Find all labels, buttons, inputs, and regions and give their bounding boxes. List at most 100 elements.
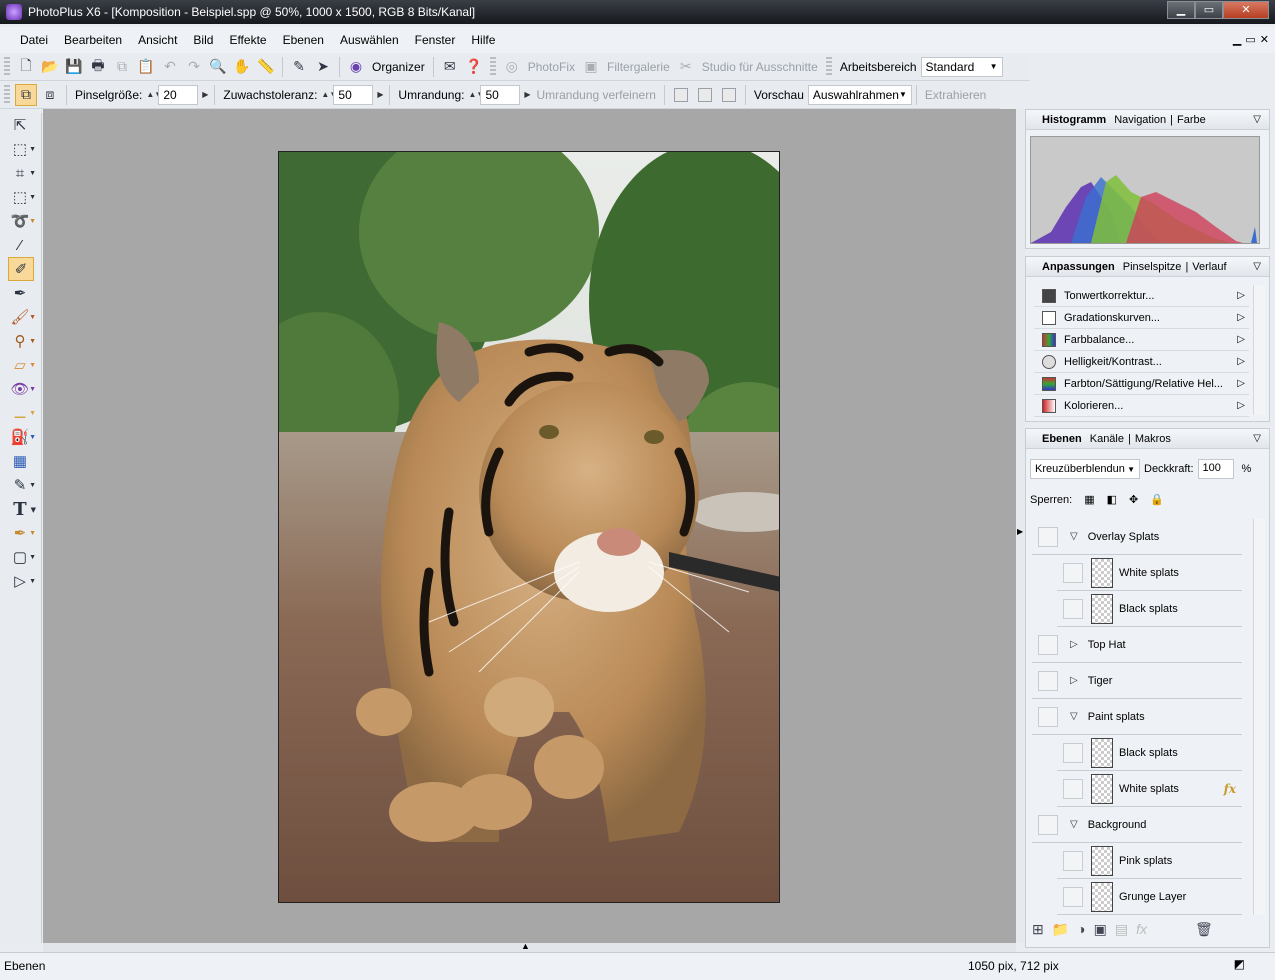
panel-menu-icon[interactable]: ▽	[1253, 433, 1261, 444]
layer-group-tiger[interactable]: ▷ Tiger	[1032, 663, 1242, 699]
adjustment-layer-icon[interactable]: ◑	[1077, 921, 1085, 937]
layer-white-splats[interactable]: White splats	[1057, 555, 1242, 591]
redo-icon[interactable]: ↷	[183, 56, 205, 78]
menu-datei[interactable]: Datei	[12, 27, 56, 53]
add-selection-mode-icon[interactable]: ⧈	[39, 84, 61, 106]
layer-group-paint-splats[interactable]: ▽ Paint splats	[1032, 699, 1242, 735]
play-arrow-icon[interactable]: ▷	[1237, 312, 1245, 323]
spin-icon[interactable]: ▲▼	[146, 90, 162, 99]
layer-group-overlay-splats[interactable]: ▽ Overlay Splats	[1032, 519, 1242, 555]
brush-size-input[interactable]: 20	[158, 84, 199, 105]
tab-ebenen[interactable]: Ebenen	[1038, 433, 1086, 445]
color-picker-icon[interactable]: ✒	[0, 281, 40, 305]
chevron-up-icon[interactable]: ▲	[521, 941, 530, 951]
move-tool-icon[interactable]: ⇱	[0, 113, 40, 137]
visibility-toggle[interactable]	[1038, 634, 1058, 655]
delete-layer-icon[interactable]: 🗑	[1195, 921, 1213, 938]
pen-icon[interactable]: ✎ ▼	[0, 473, 40, 497]
new-file-icon[interactable]: 🗋	[15, 56, 37, 78]
extract-button[interactable]: Extrahieren	[925, 88, 986, 102]
tab-kanaele[interactable]: Kanäle	[1086, 433, 1128, 445]
lock-all-icon[interactable]: 🔒	[1150, 493, 1164, 506]
context-toolbar-grip[interactable]	[4, 84, 10, 105]
new-selection-mode-icon[interactable]: ⧉	[15, 83, 37, 106]
crop-tool-icon[interactable]: ⌗ ▼	[0, 161, 40, 185]
tiger-photo[interactable]	[278, 151, 780, 903]
open-folder-icon[interactable]: 📂	[39, 56, 61, 78]
grow-tolerance-input[interactable]: 50	[333, 84, 374, 105]
canvas-area[interactable]	[43, 109, 1016, 943]
panel-menu-icon[interactable]: ▽	[1253, 261, 1261, 272]
dodge-icon[interactable]: ⚊ ▼	[0, 401, 40, 425]
menu-hilfe[interactable]: Hilfe	[463, 27, 503, 53]
transform-tool-icon[interactable]: ⬚ ▼	[0, 137, 40, 161]
opacity-input[interactable]: 100	[1197, 459, 1234, 479]
hand-icon[interactable]: ✋	[231, 56, 253, 78]
preview-checker-icon[interactable]	[697, 87, 712, 102]
visibility-toggle[interactable]	[1038, 814, 1058, 835]
lock-pixels-icon[interactable]: ◧	[1107, 493, 1117, 506]
filtergalerie-icon[interactable]: ▣	[580, 56, 602, 78]
lock-position-icon[interactable]: ✥	[1129, 493, 1138, 506]
fx-effects-icon[interactable]: fx	[1136, 921, 1147, 937]
maximize-button[interactable]: ▭	[1195, 1, 1223, 19]
visibility-toggle[interactable]	[1038, 706, 1058, 727]
expand-toggle-icon[interactable]: ▽	[1070, 531, 1078, 542]
visibility-toggle[interactable]	[1038, 526, 1058, 547]
selection-brush-icon[interactable]: ✐	[8, 257, 34, 281]
play-arrow-icon[interactable]: ▷	[1237, 400, 1245, 411]
tab-makros[interactable]: Makros	[1131, 433, 1175, 445]
play-arrow-icon[interactable]: ▷	[1237, 334, 1245, 345]
layer-pink-splats[interactable]: Pink splats	[1057, 843, 1242, 879]
expand-toggle-icon[interactable]: ▽	[1070, 819, 1078, 830]
new-layer-icon[interactable]: ⊞	[1032, 921, 1044, 938]
brush-tool-icon[interactable]: ✎	[288, 56, 310, 78]
preview-transparent-icon[interactable]	[721, 87, 736, 102]
measure-icon[interactable]: 📏	[255, 56, 277, 78]
lasso-icon[interactable]: ➰ ▼	[0, 209, 40, 233]
selection-arrow-icon[interactable]: ➤	[312, 56, 334, 78]
undo-icon[interactable]: ↶	[159, 56, 181, 78]
shape-tool-icon[interactable]: ▢ ▼	[0, 545, 40, 569]
tab-histogramm[interactable]: Histogramm	[1038, 114, 1110, 126]
organizer-icon[interactable]: ◉	[345, 56, 367, 78]
tab-navigation[interactable]: Navigation	[1110, 114, 1170, 126]
menu-ansicht[interactable]: Ansicht	[130, 27, 185, 53]
menu-ebenen[interactable]: Ebenen	[275, 27, 332, 53]
visibility-toggle[interactable]	[1063, 562, 1083, 583]
panel-menu-icon[interactable]: ▽	[1253, 114, 1261, 125]
warp-icon[interactable]: ▦	[0, 449, 40, 473]
clone-stamp-icon[interactable]: ⚲ ▼	[0, 329, 40, 353]
layer-group-top-hat[interactable]: ▷ Top Hat	[1032, 627, 1242, 663]
lock-transparency-icon[interactable]: ▦	[1084, 493, 1094, 506]
scanner-icon[interactable]: ✉	[439, 56, 461, 78]
doc-close-button[interactable]: ✕	[1260, 33, 1269, 46]
help-icon[interactable]: ❓	[463, 56, 485, 78]
photofix-icon[interactable]: ◎	[501, 56, 523, 78]
play-arrow-icon[interactable]: ▷	[1237, 356, 1245, 367]
slider-arrow-icon[interactable]: ▶	[522, 90, 532, 99]
visibility-toggle[interactable]	[1063, 778, 1083, 799]
canvas-scroll-toggle[interactable]: ▲	[43, 941, 1016, 952]
menu-bild[interactable]: Bild	[185, 27, 221, 53]
expand-toggle-icon[interactable]: ▷	[1070, 675, 1078, 686]
pen-path-icon[interactable]: ✒ ▼	[0, 521, 40, 545]
adjustment-gradation[interactable]: Gradationskurven... ▷	[1034, 307, 1249, 329]
zoom-icon[interactable]: 🔍	[207, 56, 229, 78]
toolbar-grip-2[interactable]	[489, 56, 496, 77]
rectangle-select-icon[interactable]: ⬚ ▼	[0, 185, 40, 209]
adjustment-helligkeit[interactable]: Helligkeit/Kontrast... ▷	[1034, 351, 1249, 373]
visibility-toggle[interactable]	[1038, 670, 1058, 691]
adjustment-farbton[interactable]: Farbton/Sättigung/Relative Hel... ▷	[1034, 373, 1249, 395]
magic-wand-icon[interactable]: ⁄	[0, 233, 40, 257]
close-button[interactable]: ✕	[1223, 1, 1269, 19]
text-tool-icon[interactable]: T ▼	[0, 497, 40, 521]
tab-anpassungen[interactable]: Anpassungen	[1038, 261, 1119, 273]
paste-icon[interactable]: 📋	[135, 56, 157, 78]
workspace-select[interactable]: Standard ▼	[920, 56, 1003, 77]
toolbar-grip[interactable]	[4, 56, 10, 77]
adjustment-farbbalance[interactable]: Farbbalance... ▷	[1034, 329, 1249, 351]
layers-scrollbar[interactable]	[1253, 519, 1265, 915]
play-arrow-icon[interactable]: ▷	[1237, 290, 1245, 301]
visibility-toggle[interactable]	[1063, 598, 1083, 619]
